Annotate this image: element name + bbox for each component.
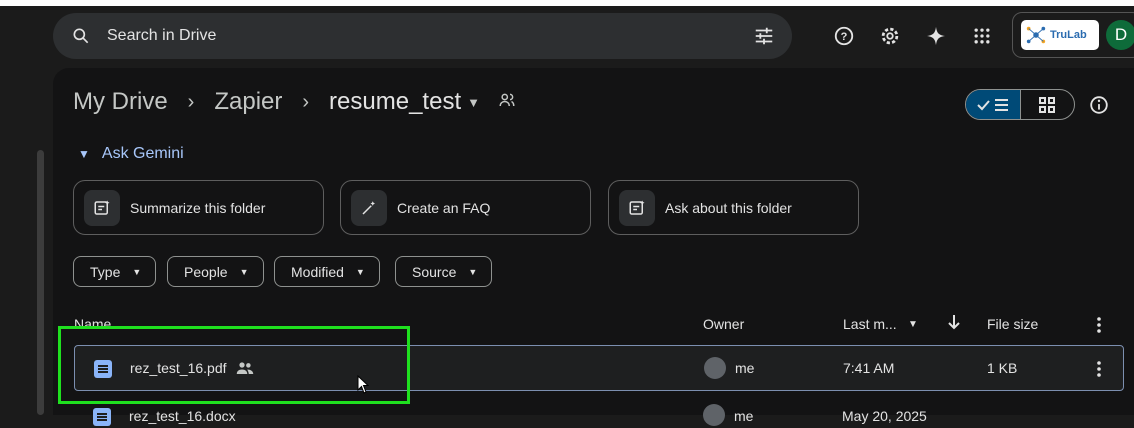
summarize-icon: [84, 189, 120, 226]
document-file-icon: [94, 360, 112, 378]
summarize-folder-card[interactable]: Summarize this folder: [73, 180, 324, 235]
user-avatar[interactable]: D: [1106, 20, 1134, 50]
folder-menu-caret-icon[interactable]: ▼: [467, 95, 480, 110]
chip-label: Modified: [291, 263, 344, 280]
filter-source-chip[interactable]: Source ▼: [395, 256, 493, 287]
breadcrumb-zapier[interactable]: Zapier: [214, 88, 282, 116]
filter-type-chip[interactable]: Type ▼: [73, 256, 157, 287]
list-view-button[interactable]: [966, 90, 1021, 119]
trulab-logo-icon: [1026, 26, 1046, 44]
file-name[interactable]: rez_test_16.pdf: [130, 360, 227, 376]
card-label: Summarize this folder: [130, 199, 266, 216]
file-size: 1 KB: [987, 360, 1018, 376]
settings-gear-icon[interactable]: [874, 20, 906, 52]
last-modified: 7:41 AM: [843, 360, 895, 376]
breadcrumb: My Drive › Zapier › resume_test ▼: [73, 88, 516, 116]
grid-icon: [1039, 96, 1056, 113]
account-switcher[interactable]: TruLab D: [1012, 12, 1134, 58]
grid-view-button[interactable]: [1021, 90, 1075, 119]
owner-name: me: [735, 360, 755, 376]
info-icon[interactable]: [1088, 94, 1110, 116]
search-options-icon[interactable]: [752, 24, 776, 48]
logo-text: TruLab: [1050, 29, 1087, 41]
breadcrumb-separator-icon: ›: [187, 90, 195, 113]
breadcrumb-separator-icon: ›: [302, 90, 310, 113]
caret-down-icon: ▼: [355, 266, 365, 277]
help-icon[interactable]: ?: [828, 20, 860, 52]
chip-label: People: [184, 263, 228, 280]
search-input[interactable]: [105, 26, 752, 46]
caret-down-icon: ▼: [239, 266, 249, 277]
shared-folder-icon: [498, 88, 516, 116]
mouse-cursor-icon: [357, 374, 370, 399]
ask-about-folder-card[interactable]: Ask about this folder: [608, 180, 859, 235]
search-bar[interactable]: [53, 13, 792, 59]
card-label: Ask about this folder: [665, 199, 792, 216]
owner-name: me: [734, 408, 754, 424]
card-label: Create an FAQ: [397, 199, 491, 216]
chip-label: Type: [90, 263, 121, 280]
caret-down-icon: ▼: [132, 266, 142, 277]
apps-grid-icon[interactable]: [966, 20, 998, 52]
owner-avatar: [703, 404, 725, 426]
chip-label: Source: [412, 263, 457, 280]
create-faq-card[interactable]: Create an FAQ: [340, 180, 591, 235]
organization-logo: TruLab: [1021, 20, 1099, 50]
owner-avatar: [704, 357, 726, 379]
file-name[interactable]: rez_test_16.docx: [129, 408, 236, 424]
document-file-icon: [93, 408, 111, 426]
shared-file-icon: [236, 360, 254, 381]
column-header-owner[interactable]: Owner: [703, 316, 744, 332]
table-row[interactable]: rez_test_16.docx me May 20, 2025: [74, 398, 1124, 428]
column-header-name[interactable]: Name: [74, 316, 111, 332]
gemini-sparkle-icon[interactable]: [920, 20, 952, 52]
breadcrumb-current-folder[interactable]: resume_test: [329, 88, 461, 116]
magic-pen-icon: [351, 189, 387, 226]
sort-direction-icon[interactable]: [946, 313, 962, 334]
last-modified: May 20, 2025: [842, 408, 927, 424]
sidebar-scrollbar[interactable]: [37, 150, 44, 415]
breadcrumb-my-drive[interactable]: My Drive: [73, 88, 168, 116]
ask-folder-icon: [619, 189, 655, 226]
table-row[interactable]: rez_test_16.pdf me 7:41 AM 1 KB: [74, 345, 1124, 391]
view-toggle[interactable]: [965, 89, 1075, 120]
caret-down-icon: ▼: [468, 266, 478, 277]
column-options-kebab-icon[interactable]: [1096, 317, 1102, 336]
svg-text:?: ?: [841, 31, 848, 43]
ask-gemini-toggle[interactable]: ▼ Ask Gemini: [78, 145, 184, 163]
column-header-file-size[interactable]: File size: [987, 316, 1038, 332]
row-more-actions-icon[interactable]: [1096, 361, 1101, 382]
sort-menu-caret-icon[interactable]: ▼: [908, 319, 918, 330]
search-icon[interactable]: [69, 24, 93, 48]
filter-people-chip[interactable]: People ▼: [167, 256, 264, 287]
check-list-icon: [977, 98, 1008, 111]
chevron-down-icon: ▼: [78, 147, 90, 161]
filter-modified-chip[interactable]: Modified ▼: [274, 256, 380, 287]
column-header-last-modified[interactable]: Last m...: [843, 316, 897, 332]
ask-gemini-label: Ask Gemini: [101, 145, 184, 162]
window-top-edge: [0, 0, 1134, 6]
